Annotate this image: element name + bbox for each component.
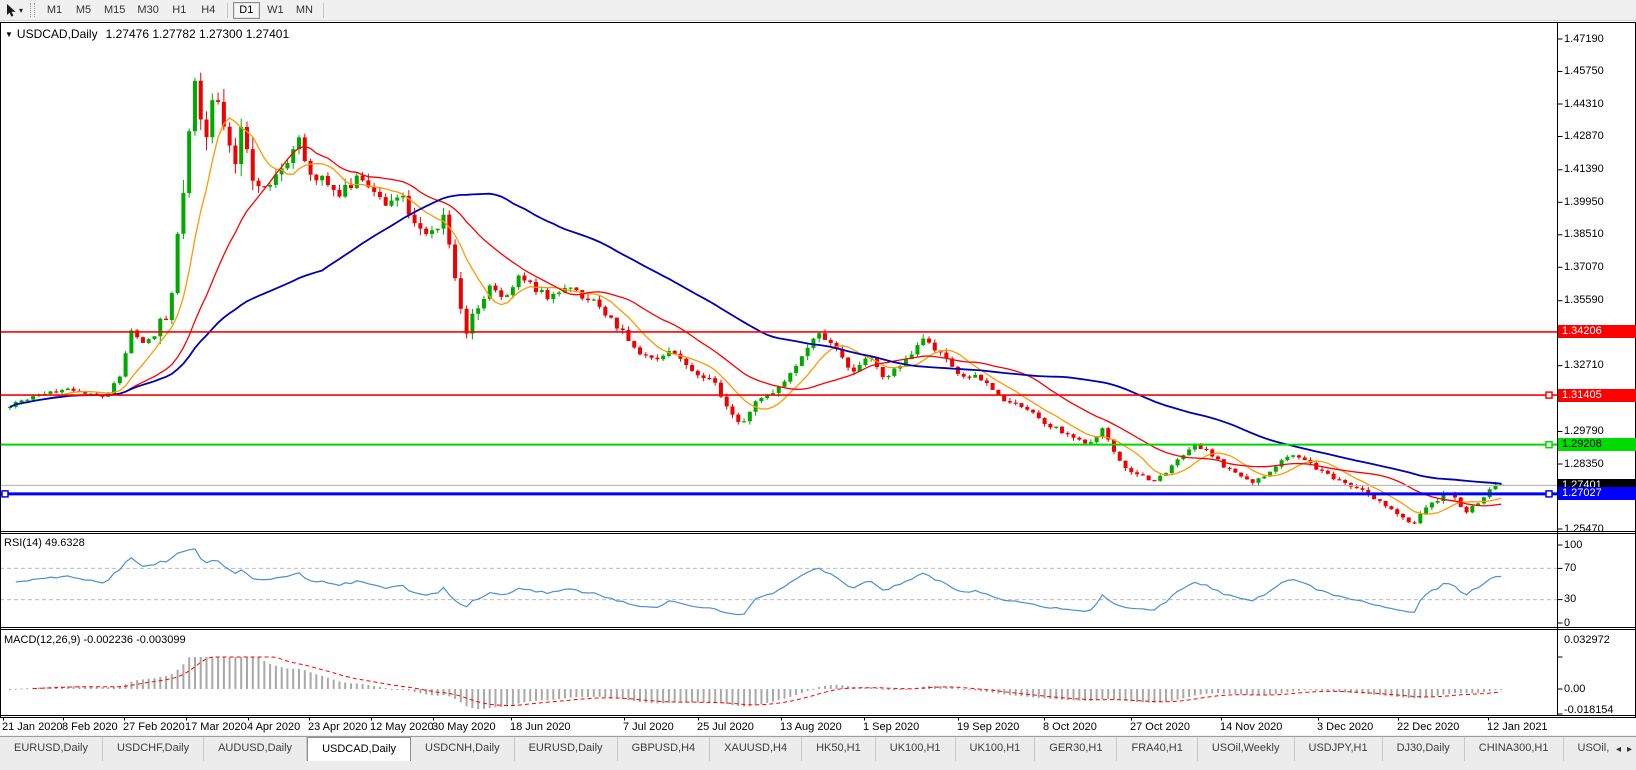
chart-tab-eurusd-daily[interactable]: EURUSD,Daily	[515, 737, 618, 761]
chart-tab-gbpusd-h4[interactable]: GBPUSD,H4	[618, 737, 711, 761]
mt4-window: ▾ M1 M5 M15 M30 H1 H4 D1 W1 MN ▼ USDCAD,Daily 1.27…	[0, 0, 1636, 770]
time-axis-label: 8 Feb 2020	[62, 721, 118, 733]
time-axis-label: 8 Oct 2020	[1043, 721, 1097, 733]
macd-axis-tick: 0.00	[1564, 682, 1586, 695]
price-axis-tick: 1.28350	[1564, 457, 1604, 470]
toolbar-grip[interactable]	[30, 3, 36, 17]
time-axis[interactable]: 21 Jan 2020 8 Feb 2020 27 Feb 2020 17 Mar 2…	[0, 719, 1556, 735]
time-axis-label: 22 Dec 2020	[1397, 721, 1460, 733]
price-axis-tick: 1.25470	[1564, 522, 1604, 535]
price-badge-resistance-line-price: 1.31405	[1558, 388, 1636, 402]
price-axis-tick: 1.45750	[1564, 65, 1604, 77]
chart-window: ▼ USDCAD,Daily 1.27476 1.27782 1.27300 1.2…	[0, 21, 1636, 735]
price-chart-canvas[interactable]	[0, 21, 1636, 735]
rsi-axis-tick: 100	[1564, 538, 1583, 551]
time-axis-label: 13 Aug 2020	[780, 721, 842, 733]
macd-axis-tick: 0.032972	[1564, 633, 1610, 646]
price-axis-tick: 1.35590	[1564, 294, 1604, 307]
price-axis-tick: 1.42870	[1564, 130, 1604, 142]
chart-tab-bar: EURUSD,Daily USDCHF,Daily AUDUSD,Daily USDC…	[0, 736, 1636, 770]
chart-tab-china300-h1[interactable]: CHINA300,H1	[1465, 737, 1564, 761]
time-axis-label: 12 May 2020	[370, 721, 434, 733]
chart-ohlc-label: 1.27476 1.27782 1.27300 1.27401	[105, 27, 290, 41]
chart-tab-uk100-h1[interactable]: UK100,H1	[956, 737, 1036, 761]
price-axis-tick: 1.41390	[1564, 163, 1604, 176]
price-axis-tick: 1.29790	[1564, 425, 1604, 437]
time-axis-label: 14 Nov 2020	[1220, 721, 1283, 733]
rsi-indicator-label: RSI(14) 49.6328	[4, 537, 85, 549]
time-axis-label: 3 Dec 2020	[1317, 721, 1374, 733]
chart-tab-uk100-h1[interactable]: UK100,H1	[876, 737, 956, 761]
rsi-axis-tick: 30	[1564, 593, 1577, 606]
chart-tab-usdchf-daily[interactable]: USDCHF,Daily	[103, 737, 205, 761]
timeframe-button-MN[interactable]: MN	[291, 2, 318, 19]
timeframe-button-D1[interactable]: D1	[232, 1, 260, 19]
time-axis-label: 25 Jul 2020	[697, 721, 754, 733]
chart-tab-ger30-h1[interactable]: GER30,H1	[1035, 737, 1118, 761]
tab-scroll-buttons: ◂ ▸	[1612, 737, 1636, 761]
toolbar-separator	[226, 2, 228, 18]
price-axis-tick: 1.39950	[1564, 195, 1604, 208]
chart-tab-usoil[interactable]: USOil,	[1564, 737, 1612, 761]
time-axis-label: 1 Sep 2020	[863, 721, 920, 733]
price-badge-resistance-line-price: 1.34206	[1558, 325, 1636, 339]
timeframe-button-H4[interactable]: H4	[195, 2, 222, 19]
chart-tab-hk50-h1[interactable]: HK50,H1	[802, 737, 876, 761]
cursor-icon	[7, 3, 16, 17]
timeframe-button-M5[interactable]: M5	[70, 2, 97, 19]
time-axis-label: 19 Sep 2020	[957, 721, 1020, 733]
timeframe-button-M15[interactable]: M15	[99, 2, 130, 19]
time-axis-label: 27 Oct 2020	[1130, 721, 1190, 733]
cursor-tool-button[interactable]: ▾	[3, 1, 26, 19]
price-axis-tick: 1.38510	[1564, 228, 1604, 241]
time-axis-label: 12 Jan 2021	[1487, 721, 1548, 733]
chart-tab-usdcad-daily[interactable]: USDCAD,Daily	[307, 737, 412, 761]
line-handle[interactable]	[1, 490, 9, 498]
timeframe-toolbar: M1 M5 M15 M30 H1 H4 D1 W1 MN	[40, 1, 328, 19]
chart-tab-fra40-h1[interactable]: FRA40,H1	[1117, 737, 1198, 761]
time-axis-label: 17 Mar 2020	[185, 721, 247, 733]
rsi-axis-tick: 0	[1564, 616, 1571, 629]
tabs-scroll-right-button[interactable]: ▸	[1627, 744, 1632, 755]
chart-tab-usdjpy-h1[interactable]: USDJPY,H1	[1295, 737, 1383, 761]
timeframe-button-M1[interactable]: M1	[41, 2, 68, 19]
chevron-down-icon: ▾	[19, 5, 24, 15]
chart-tab-audusd-daily[interactable]: AUDUSD,Daily	[204, 737, 308, 761]
toolbar: ▾ M1 M5 M15 M30 H1 H4 D1 W1 MN	[0, 0, 1636, 21]
rsi-axis-tick: 70	[1564, 561, 1577, 574]
line-handle[interactable]	[1545, 440, 1553, 449]
chart-tab-eurusd-daily[interactable]: EURUSD,Daily	[0, 737, 103, 761]
line-handle[interactable]	[1545, 490, 1553, 498]
price-axis-tick: 1.37070	[1564, 260, 1604, 273]
chart-tab-usoil-weekly[interactable]: USOil,Weekly	[1198, 737, 1295, 761]
price-axis-tick: 1.44310	[1564, 97, 1604, 110]
time-axis-label: 7 Jul 2020	[623, 721, 674, 733]
chart-symbol-label: USDCAD,Daily	[16, 27, 98, 41]
timeframe-button-M30[interactable]: M30	[132, 2, 163, 19]
chart-tab-dj30-daily[interactable]: DJ30,Daily	[1383, 737, 1465, 761]
price-axis-tick: 1.47190	[1564, 32, 1604, 45]
timeframe-button-H1[interactable]: H1	[166, 2, 193, 19]
price-axis[interactable]: 1.47190 1.45750 1.44310 1.42870 1.41390 1.399…	[1558, 21, 1636, 735]
time-axis-label: 18 Jun 2020	[510, 721, 571, 733]
chart-tab-xauusd-h4[interactable]: XAUUSD,H4	[710, 737, 803, 761]
time-axis-label: 23 Apr 2020	[308, 721, 368, 733]
time-axis-label: 27 Feb 2020	[123, 721, 185, 733]
price-badge-support-line-price: 1.27027	[1558, 487, 1636, 501]
chart-tab-usdcnh-daily[interactable]: USDCNH,Daily	[411, 737, 515, 761]
line-handle[interactable]	[1545, 391, 1553, 399]
price-axis-tick: 1.32710	[1564, 359, 1604, 372]
macd-indicator-label: MACD(12,26,9) -0.002236 -0.003099	[4, 634, 186, 646]
chart-title: ▼ USDCAD,Daily 1.27476 1.27782 1.27300 1.2…	[5, 27, 289, 41]
time-axis-label: 21 Jan 2020	[2, 721, 63, 733]
toolbar-separator	[322, 2, 324, 18]
time-axis-label: 30 May 2020	[432, 721, 496, 733]
time-axis-label: 4 Apr 2020	[247, 721, 301, 733]
price-badge-support-line-price: 1.29208	[1558, 438, 1636, 452]
chart-menu-icon[interactable]: ▼	[5, 30, 13, 39]
tabs-scroll-left-button[interactable]: ◂	[1616, 744, 1621, 755]
chart-tabs: EURUSD,Daily USDCHF,Daily AUDUSD,Daily USDC…	[0, 737, 1612, 761]
macd-axis-tick: -0.018154	[1564, 703, 1614, 716]
timeframe-button-W1[interactable]: W1	[262, 2, 289, 19]
